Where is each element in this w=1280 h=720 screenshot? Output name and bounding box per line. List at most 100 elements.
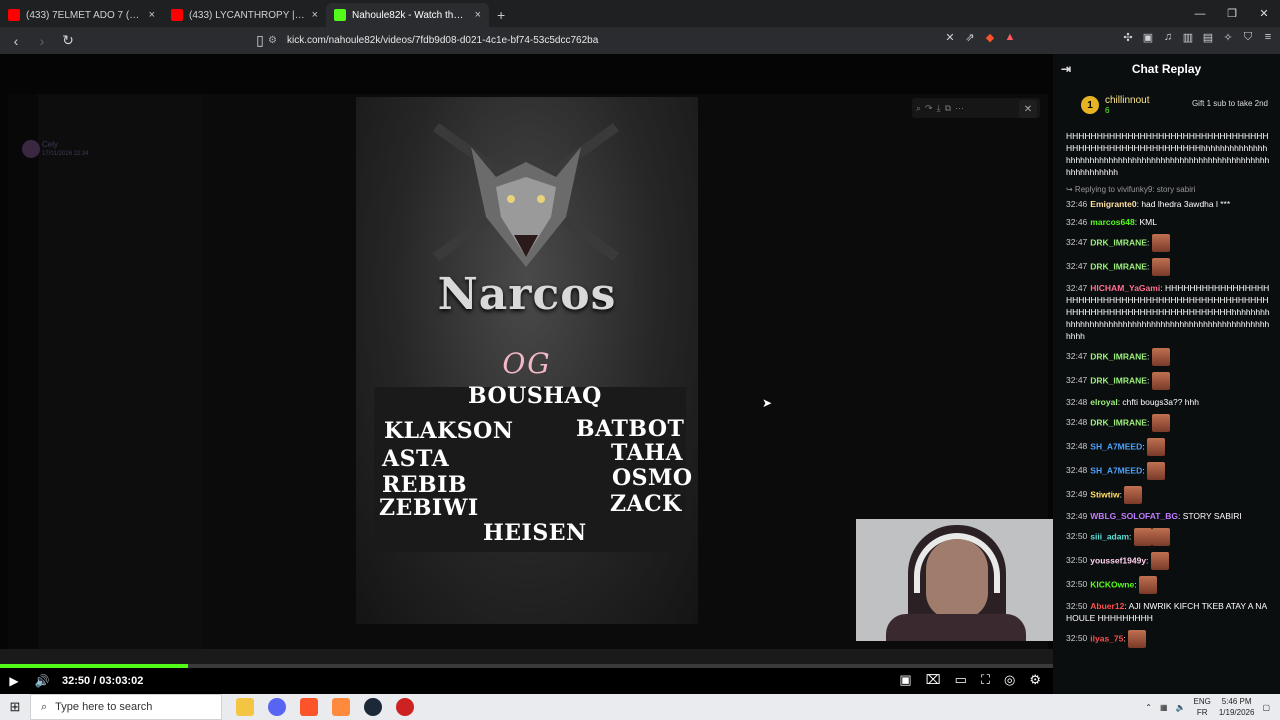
message-time: 32:46: [1066, 217, 1088, 227]
poster-name: TAHA: [611, 440, 684, 466]
message-username[interactable]: marcos648: [1090, 217, 1134, 227]
message-username[interactable]: Stiwtiw: [1090, 489, 1119, 499]
message-username[interactable]: siii_adam: [1090, 531, 1129, 541]
message-time: 32:47: [1066, 237, 1088, 248]
file-explorer-icon[interactable]: [236, 698, 254, 716]
message-username[interactable]: ilyas_75: [1090, 633, 1123, 643]
menu-icon[interactable]: ≡: [1262, 31, 1274, 44]
language-indicator[interactable]: ENG FR: [1194, 696, 1211, 718]
leader-count: 6: [1105, 106, 1110, 115]
message-time: 32:48: [1066, 417, 1088, 428]
time: 5:46 PM: [1221, 697, 1252, 706]
settings-icon[interactable]: ⚙: [1029, 672, 1041, 688]
media-icon[interactable]: ♫: [1162, 31, 1174, 44]
message-username[interactable]: DRK_IMRANE: [1090, 261, 1147, 271]
video-player[interactable]: Cely 17/01/2026 22:34 Narcos OG BOUSHAQ …: [0, 54, 1053, 664]
forward-icon[interactable]: ›: [32, 33, 52, 49]
body: [886, 614, 1026, 641]
bookmark-icon[interactable]: ▯: [250, 32, 270, 49]
discord-icon[interactable]: [268, 698, 286, 716]
time-display: 32:50 / 03:03:02: [62, 675, 144, 687]
poster-og: OG: [502, 347, 552, 380]
volume-icon[interactable]: 🔊: [28, 674, 56, 688]
message-username[interactable]: Abuer12: [1090, 601, 1124, 611]
message-text: had lhedra 3awdha l ***: [1141, 199, 1231, 209]
address-bar[interactable]: ⚙ kick.com/nahoule82k/videos/7fdb9d08-d0…: [268, 30, 998, 51]
message-username[interactable]: youssef1949y: [1090, 555, 1146, 565]
rotate-icon[interactable]: ↷: [925, 103, 933, 114]
close-tab-icon[interactable]: ×: [475, 9, 481, 21]
maximize-icon[interactable]: ❐: [1216, 0, 1248, 27]
chat-title: Chat Replay: [1131, 62, 1202, 76]
share-icon[interactable]: ⇗: [964, 31, 976, 44]
region: FR: [1196, 708, 1208, 717]
open-icon[interactable]: ⧉: [945, 103, 951, 114]
speed-icon[interactable]: ◎: [1004, 672, 1015, 688]
zoom-icon[interactable]: ⌕: [916, 103, 921, 114]
message-username[interactable]: DRK_IMRANE: [1090, 351, 1147, 361]
taskbar-search[interactable]: ⌕ Type here to search: [30, 694, 222, 720]
vpn-icon[interactable]: ⛉: [1242, 31, 1254, 44]
close-icon[interactable]: ✕: [1019, 100, 1037, 118]
wallet-icon[interactable]: ▤: [1202, 31, 1214, 44]
rank-badge: 1: [1081, 96, 1099, 114]
notifications-icon[interactable]: ▢: [1262, 703, 1270, 712]
extensions-icon[interactable]: ✣: [1122, 31, 1134, 44]
gift-leaderboard[interactable]: 1 chillinnout 6 Gift 1 sub to take 2nd: [1053, 84, 1280, 126]
theater-icon[interactable]: ▭: [955, 672, 967, 688]
steam-icon[interactable]: [364, 698, 382, 716]
message-text: STORY SABIRI: [1182, 511, 1242, 521]
message-username[interactable]: elroyal: [1090, 397, 1117, 407]
minimize-icon[interactable]: —: [1184, 0, 1216, 27]
message-username[interactable]: KICKOwne: [1090, 579, 1134, 589]
toolbar-actions: ✕ ⇗ ◆ ▲ ✣ ▣ ♫ ▥ ▤ ✧ ⛉ ≡: [944, 31, 1274, 44]
chat-message: 32:50 siii_adam:: [1066, 528, 1270, 546]
windows-start-icon[interactable]: ⊞: [0, 694, 30, 720]
more-icon[interactable]: ⋯: [955, 103, 964, 114]
chevron-up-icon[interactable]: ⌃: [1145, 703, 1152, 712]
message-username[interactable]: SH_A7MEED: [1090, 465, 1142, 475]
sidebar-icon[interactable]: ▥: [1182, 31, 1194, 44]
message-username[interactable]: Emigrante0: [1090, 199, 1136, 209]
volume-tray-icon[interactable]: 🔈: [1176, 703, 1186, 712]
screenshot-icon[interactable]: ▣: [1142, 31, 1154, 44]
emote-icon: [1128, 630, 1147, 648]
close-tab-icon[interactable]: ×: [149, 9, 155, 21]
brave-rewards-icon[interactable]: ▲: [1004, 31, 1016, 44]
message-username[interactable]: DRK_IMRANE: [1090, 375, 1147, 385]
play-icon[interactable]: ▶: [0, 674, 28, 688]
brave-icon[interactable]: [300, 698, 318, 716]
leo-icon[interactable]: ✧: [1222, 31, 1234, 44]
emote-icon: [1151, 234, 1170, 252]
chat-message: 32:49 WBLG_SOLOFAT_BG: STORY SABIRI: [1066, 511, 1242, 521]
back-icon[interactable]: ‹: [6, 33, 26, 49]
message-username[interactable]: DRK_IMRANE: [1090, 417, 1147, 427]
close-tab-icon[interactable]: ×: [312, 9, 318, 21]
poster-name: ZEBIWI: [379, 495, 479, 521]
clock[interactable]: 5:46 PM 1/19/2026: [1219, 696, 1255, 718]
clip-icon[interactable]: ⌧: [926, 672, 941, 688]
wolf-emblem: [433, 122, 619, 267]
download-icon[interactable]: ⤓: [937, 103, 941, 114]
close-window-icon[interactable]: ✕: [1248, 0, 1280, 27]
app-icon[interactable]: [396, 698, 414, 716]
brave-shields-icon[interactable]: ◆: [984, 31, 996, 44]
message-username[interactable]: HICHAM_YaGami: [1090, 283, 1160, 293]
reload-icon[interactable]: ↻: [58, 32, 78, 49]
browser-tab-active[interactable]: Nahoule82k - Watch the VOD on ×: [326, 3, 489, 27]
app-icon[interactable]: [332, 698, 350, 716]
plus-icon[interactable]: +: [489, 7, 513, 27]
miniplayer-icon[interactable]: ▣: [899, 672, 911, 688]
message-username[interactable]: DRK_IMRANE: [1090, 237, 1147, 247]
message-username[interactable]: WBLG_SOLOFAT_BG: [1090, 511, 1178, 521]
network-icon[interactable]: ▦: [1160, 703, 1168, 712]
collapse-chat-icon[interactable]: ⇥: [1061, 62, 1071, 76]
browser-tab[interactable]: (433) 7ELMET ADO 7 (Prod. By W ×: [0, 3, 163, 27]
message-time: 32:47: [1066, 283, 1088, 293]
site-info-icon[interactable]: ⚙: [268, 35, 277, 46]
message-username[interactable]: SH_A7MEED: [1090, 441, 1142, 451]
mute-tab-icon[interactable]: ✕: [944, 31, 956, 44]
browser-tab[interactable]: (433) LYCANTHROPY | BOBONY RP - ×: [163, 3, 326, 27]
emote-icon: [1151, 258, 1170, 276]
fullscreen-icon[interactable]: ⛶: [981, 672, 990, 688]
